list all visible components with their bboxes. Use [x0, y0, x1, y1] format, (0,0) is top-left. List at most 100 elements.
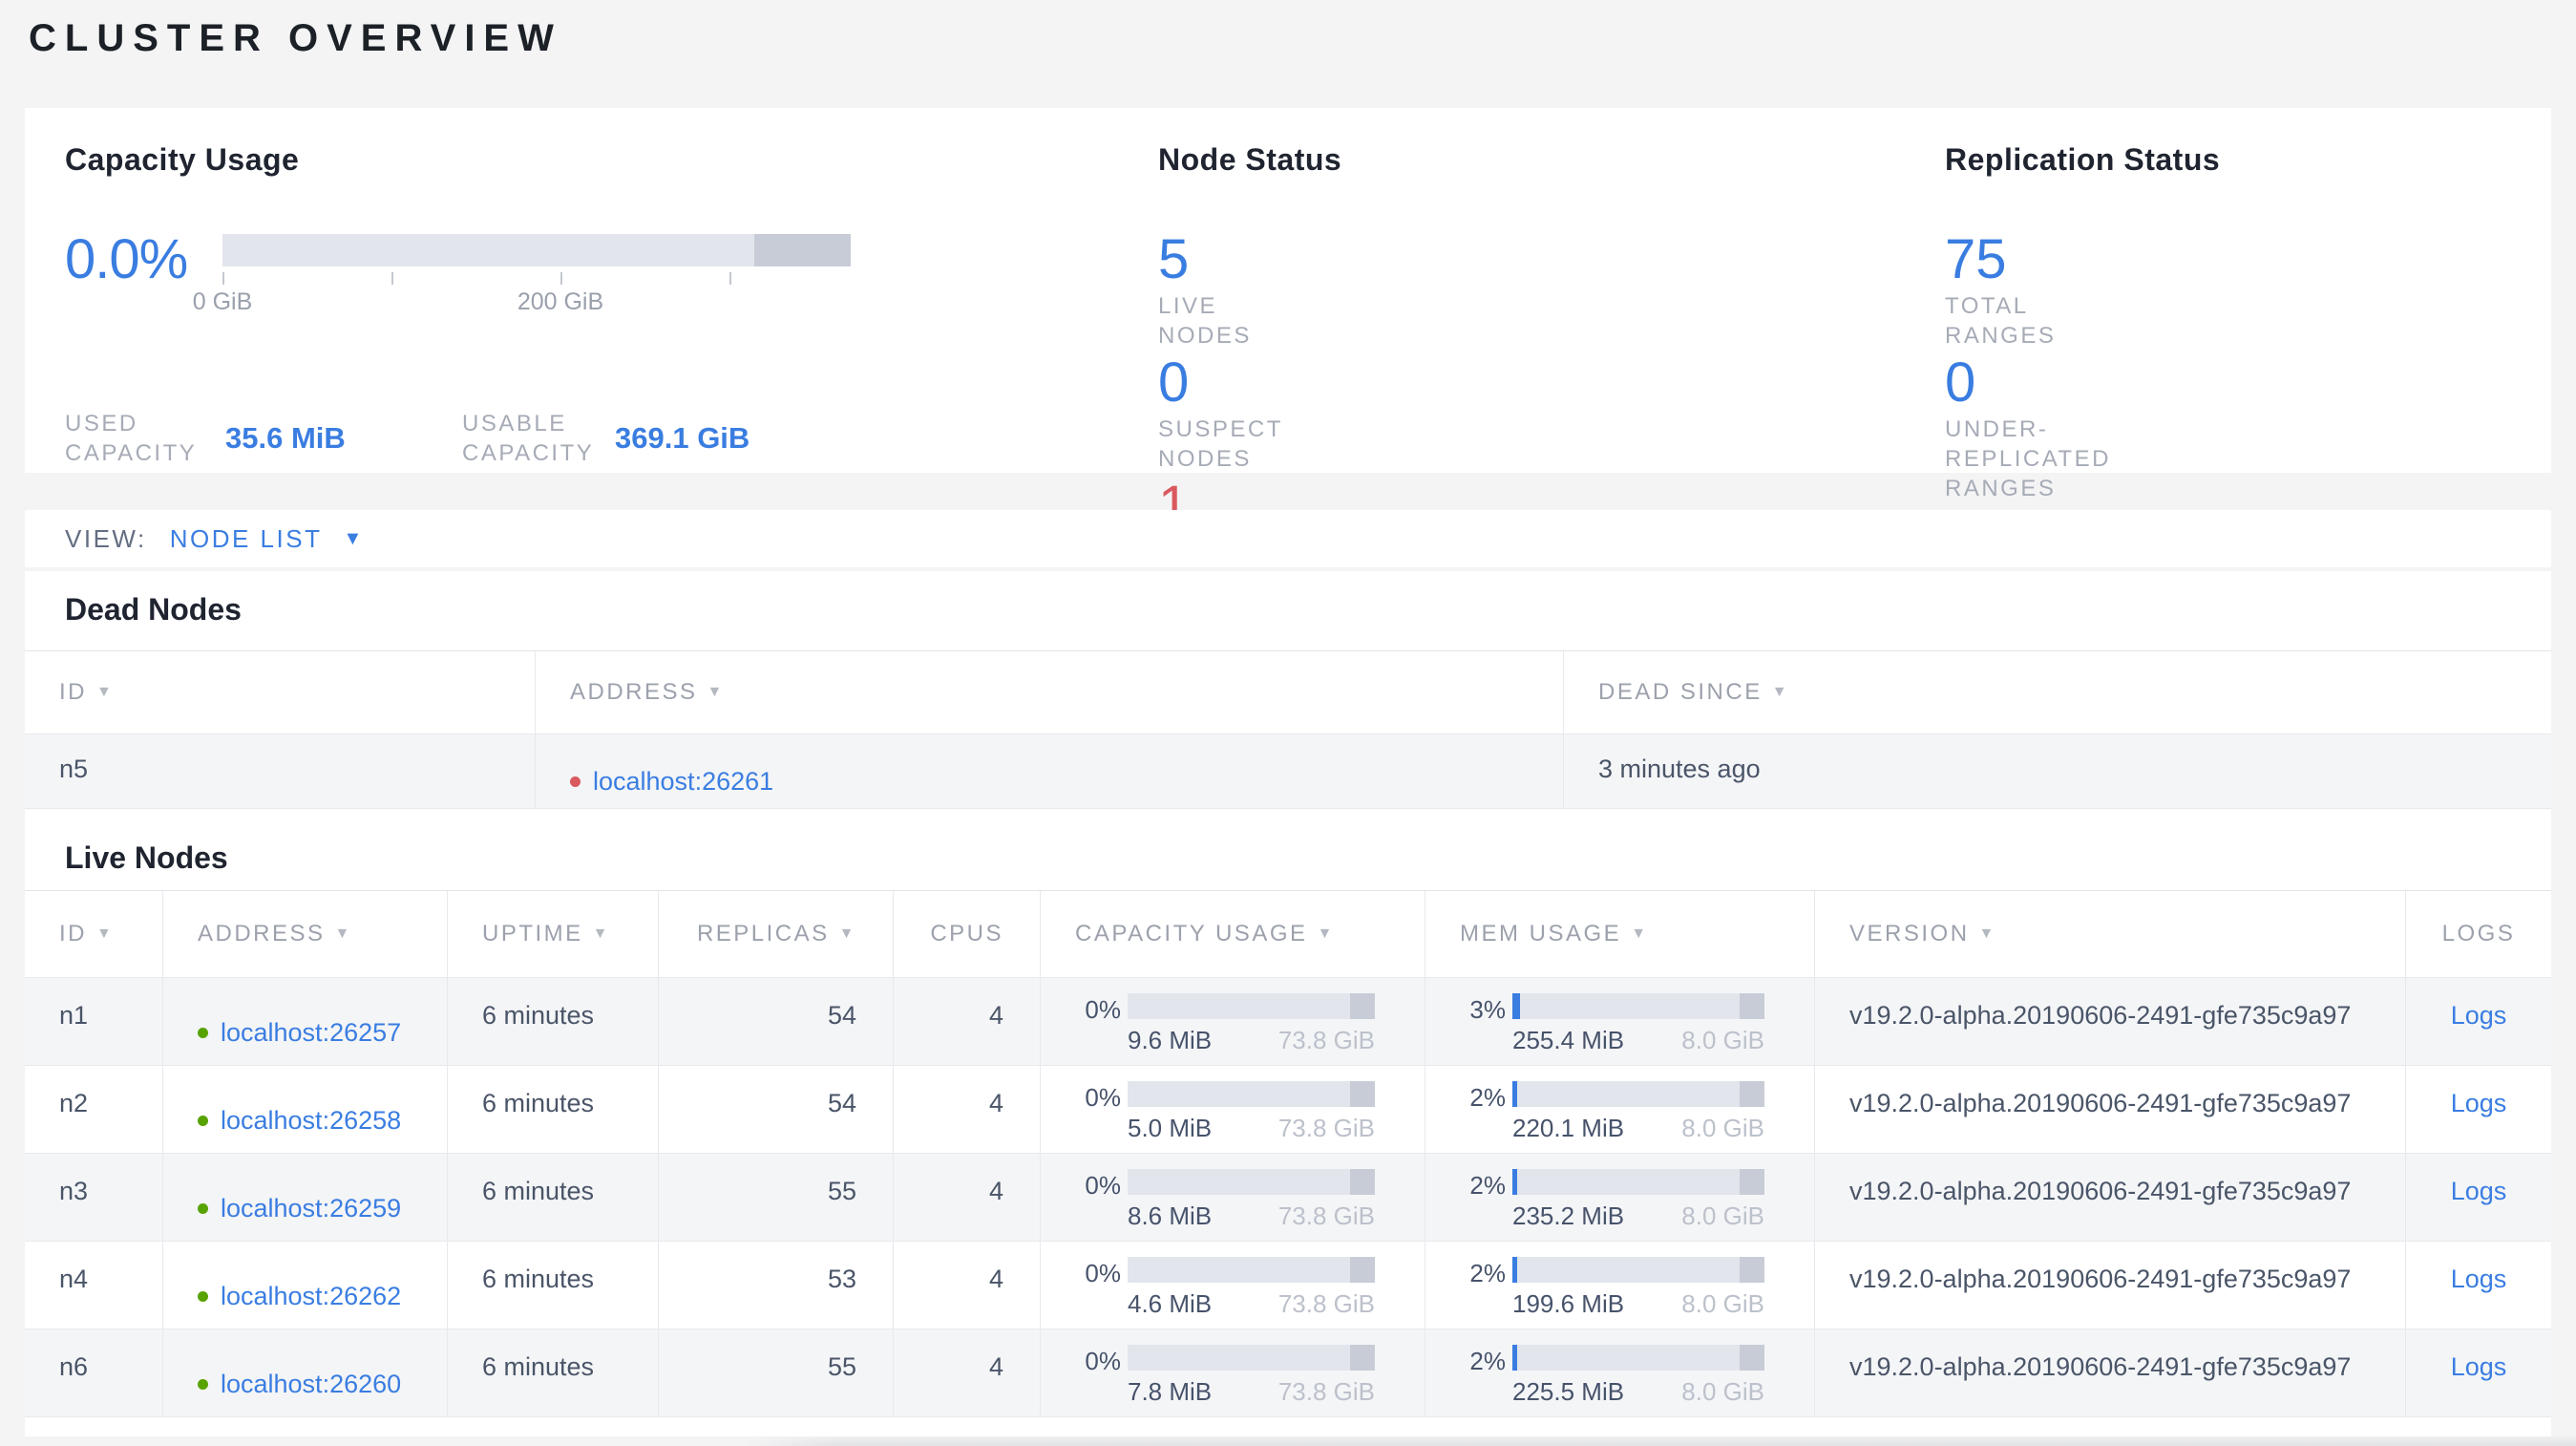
live-status-dot-icon: [198, 1291, 208, 1302]
column-header-replicas[interactable]: REPLICAS ▼: [658, 891, 893, 977]
usage-bar-fill: [1512, 1081, 1518, 1107]
live-nodes-table: ID ▼ ADDRESS ▼ UPTIME ▼ REPLICAS ▼ CPUS CAPACITY …: [25, 890, 2551, 1417]
usage-bar: 7.8 MiB 73.8 GiB: [1128, 1345, 1375, 1416]
usage-used-value: 7.8 MiB: [1128, 1377, 1213, 1406]
usage-total-value: 8.0 GiB: [1681, 1289, 1764, 1318]
logs-cell: Logs: [2405, 1066, 2551, 1153]
column-header-uptime[interactable]: UPTIME ▼: [447, 891, 658, 977]
stat-value: 5: [1158, 228, 1190, 290]
usage-percent-label: 0%: [1085, 1171, 1121, 1200]
sort-arrow-icon: ▼: [96, 684, 115, 700]
stat-label: TOTAL RANGES: [1945, 293, 2057, 349]
usage-percent-label: 0%: [1085, 995, 1121, 1024]
address-link[interactable]: localhost:26261: [593, 767, 773, 797]
mem-usage-cell: 2% 199.6 MiB 8.0 GiB: [1425, 1242, 1814, 1329]
stat-value: 75: [1945, 228, 2007, 290]
capacity-usage-section: Capacity Usage 0.0% 0 GiB 200 GiB USED CA…: [65, 142, 1158, 473]
id-cell: n6: [59, 1352, 89, 1381]
replication-status-stats: 75TOTAL RANGES0UNDER-REPLICATED RANGES0U…: [1945, 227, 2551, 625]
summary-stat: 0 UNDER-REPLICATED RANGES: [1945, 351, 2179, 503]
column-header-label: ID: [59, 921, 87, 946]
usage-percent-label: 0%: [1085, 1259, 1121, 1287]
column-header-address[interactable]: ADDRESS ▼: [162, 891, 447, 977]
dead-nodes-title: Dead Nodes: [65, 592, 242, 627]
usage-bar-track: [1128, 1345, 1375, 1371]
usage-bar-fill: [1512, 1169, 1518, 1195]
logs-link[interactable]: Logs: [2451, 1265, 2507, 1293]
column-header-capacity-usage[interactable]: CAPACITY USAGE ▼: [1040, 891, 1425, 977]
usage-bar-fill: [1512, 1345, 1518, 1371]
sort-arrow-icon: ▼: [707, 684, 725, 700]
column-header-label: MEM USAGE: [1460, 921, 1622, 946]
id-cell: n1: [59, 1001, 89, 1030]
replicas-cell: 54: [658, 978, 893, 1065]
column-header-logs: LOGS: [2405, 891, 2551, 977]
cluster-overview-page: CLUSTER OVERVIEW Capacity Usage 0.0% 0 G…: [0, 17, 2576, 1446]
view-selector-dropdown[interactable]: NODE LIST ▼: [170, 524, 365, 554]
usable-capacity-value: 369.1 GiB: [615, 421, 750, 455]
cpus-cell: 4: [893, 1242, 1040, 1329]
sort-arrow-icon: ▼: [334, 925, 352, 942]
axis-tick-mark: [391, 272, 393, 285]
column-header-mem-usage[interactable]: MEM USAGE ▼: [1425, 891, 1814, 977]
usage-used-value: 255.4 MiB: [1512, 1026, 1625, 1054]
usage-percent-label: 2%: [1469, 1171, 1506, 1200]
column-header-address[interactable]: ADDRESS ▼: [535, 651, 1563, 734]
usable-capacity-label: USABLE CAPACITY: [462, 411, 595, 466]
column-header-cpus: CPUS: [893, 891, 1040, 977]
node-status-section: Node Status 5LIVE NODES0SUSPECT NODES1DE…: [1158, 142, 1945, 595]
column-header-label: ADDRESS: [570, 679, 698, 705]
usage-bar: 4.6 MiB 73.8 GiB: [1128, 1257, 1375, 1329]
usage-bar-reserved: [1350, 993, 1375, 1019]
column-header-id[interactable]: ID ▼: [25, 651, 535, 734]
usage-used-value: 199.6 MiB: [1512, 1289, 1625, 1318]
bottom-shadow: [745, 1435, 2576, 1446]
capacity-usage-cell: 0% 7.8 MiB 73.8 GiB: [1040, 1329, 1425, 1416]
address-link[interactable]: localhost:26262: [221, 1282, 401, 1311]
stat-label: LIVE NODES: [1158, 293, 1252, 349]
view-label: VIEW:: [65, 523, 147, 553]
usage-bar-reserved: [1739, 1257, 1764, 1283]
node-status-title: Node Status: [1158, 142, 1342, 177]
logs-link[interactable]: Logs: [2451, 1352, 2507, 1381]
usage-bar: 199.6 MiB 8.0 GiB: [1512, 1257, 1764, 1329]
logs-link[interactable]: Logs: [2451, 1177, 2507, 1205]
uptime-cell: 6 minutes: [447, 1066, 658, 1153]
usage-values: 225.5 MiB 8.0 GiB: [1512, 1377, 1764, 1407]
sort-arrow-icon: ▼: [1631, 925, 1649, 942]
capacity-bar-track: [222, 234, 851, 266]
usage-percent-label: 3%: [1469, 995, 1506, 1024]
axis-tick-mark: [222, 272, 224, 285]
usage-values: 9.6 MiB 73.8 GiB: [1128, 1026, 1375, 1055]
version-cell: v19.2.0-alpha.20190606-2491-gfe735c9a97: [1814, 978, 2405, 1065]
address-link[interactable]: localhost:26258: [221, 1106, 401, 1136]
page-title: CLUSTER OVERVIEW: [29, 17, 562, 59]
usage-bar-track: [1128, 1169, 1375, 1195]
live-status-dot-icon: [198, 1379, 208, 1390]
logs-link[interactable]: Logs: [2451, 1089, 2507, 1117]
mem-usage-cell: 2% 235.2 MiB 8.0 GiB: [1425, 1154, 1814, 1241]
address-link[interactable]: localhost:26259: [221, 1194, 401, 1223]
usage-percent-label: 2%: [1469, 1083, 1506, 1112]
address-link[interactable]: localhost:26257: [221, 1018, 401, 1048]
usage-bar-reserved: [1739, 1081, 1764, 1107]
column-header-dead-since[interactable]: DEAD SINCE ▼: [1563, 651, 2551, 734]
table-row: n3 localhost:26259 6 minutes 55 4 0% 8.6 MiB 73…: [25, 1154, 2551, 1242]
table-row: n5 localhost:26261 3 minutes ago: [25, 734, 2551, 809]
usage-used-value: 220.1 MiB: [1512, 1114, 1625, 1142]
logs-link[interactable]: Logs: [2451, 1001, 2507, 1030]
address-link[interactable]: localhost:26260: [221, 1370, 401, 1399]
replicas-cell: 53: [658, 1242, 893, 1329]
column-header-version[interactable]: VERSION ▼: [1814, 891, 2405, 977]
sort-arrow-icon: ▼: [592, 925, 611, 942]
column-header-id[interactable]: ID ▼: [25, 891, 162, 977]
usage-bar-reserved: [1350, 1345, 1375, 1371]
usage-percent-label: 0%: [1085, 1347, 1121, 1375]
usage-values: 8.6 MiB 73.8 GiB: [1128, 1201, 1375, 1231]
axis-tick-mark: [560, 272, 562, 285]
logs-cell: Logs: [2405, 978, 2551, 1065]
cpus-cell: 4: [893, 1329, 1040, 1416]
capacity-usage-cell: 0% 8.6 MiB 73.8 GiB: [1040, 1154, 1425, 1241]
capacity-usage-cell: 0% 4.6 MiB 73.8 GiB: [1040, 1242, 1425, 1329]
usage-bar-track: [1128, 1257, 1375, 1283]
